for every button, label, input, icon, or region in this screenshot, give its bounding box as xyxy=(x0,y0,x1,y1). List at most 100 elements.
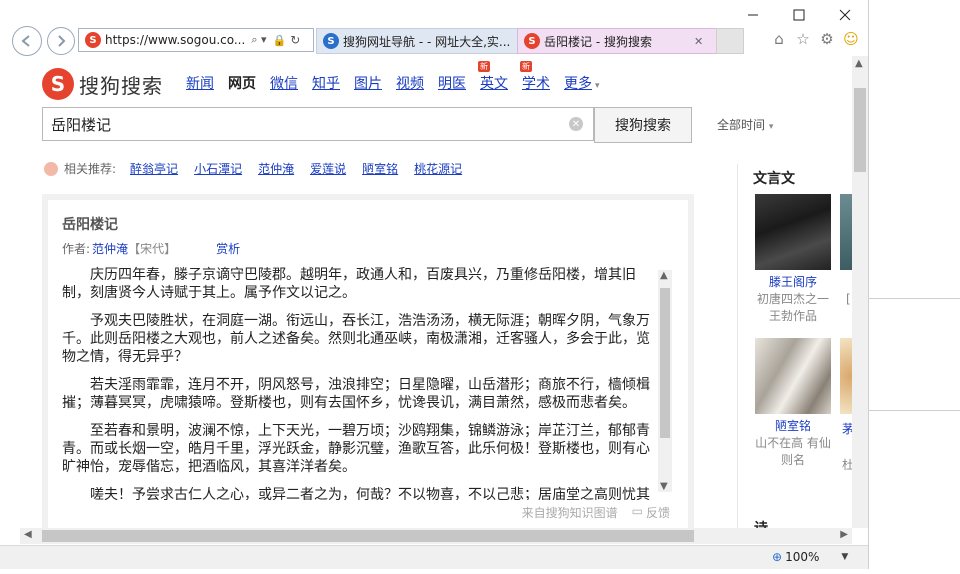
forward-arrow-icon xyxy=(58,35,66,47)
desktop-line xyxy=(868,410,960,411)
related-item[interactable]: 范仲淹 xyxy=(258,160,294,177)
channel-weixin[interactable]: 微信 xyxy=(270,73,298,93)
poem-scroll-area: 庆历四年春，滕子京谪守巴陵郡。越明年，政通人和，百废具兴，乃重修岳阳楼，增其旧制… xyxy=(62,266,656,500)
related-item[interactable]: 醉翁亭记 xyxy=(130,160,178,177)
address-bar[interactable]: S https://www.sogou.co... ⌕ ▾ 🔒 ↻ xyxy=(78,28,314,52)
source-text: 来自搜狗知识图谱 xyxy=(521,506,618,520)
poem-paragraph: 嗟夫！予尝求古仁人之心，或异二者之为，何哉？不以物喜，不以己悲；居庙堂之高则忧其… xyxy=(90,487,650,500)
maximize-button[interactable] xyxy=(776,0,822,30)
page-horizontal-scrollbar[interactable]: ◀ ▶ xyxy=(20,528,852,544)
channel-more[interactable]: 更多 ▾ xyxy=(564,73,600,93)
poem-scrollbar[interactable]: ▲ ▼ xyxy=(658,270,672,492)
scroll-thumb[interactable] xyxy=(42,530,694,542)
poem-paragraph: 庆历四年春，滕子京谪守巴陵郡。越明年，政通人和，百废具兴，乃重修岳阳楼，增其旧制… xyxy=(62,267,636,301)
appreciation-link[interactable]: 赏析 xyxy=(216,240,240,257)
back-arrow-icon xyxy=(21,35,30,47)
home-icon[interactable]: ⌂ xyxy=(770,30,788,48)
settings-gear-icon[interactable]: ⚙ xyxy=(818,30,836,48)
scroll-up-icon[interactable]: ▲ xyxy=(660,270,668,281)
sidebar-peek-text: 茅 xyxy=(842,422,852,436)
address-dropdown[interactable]: ⌕ ▾ xyxy=(251,33,266,47)
author-line: 作者: 范仲淹 【宋代】 赏析 xyxy=(62,240,240,257)
poem-paragraph: 予观夫巴陵胜状，在洞庭一湖。衔远山，吞长江，浩浩汤汤，横无际涯；朝晖夕阴，气象万… xyxy=(62,313,650,365)
dynasty: 【宋代】 xyxy=(128,242,177,256)
related-label: 相关推荐: xyxy=(64,162,117,176)
sidebar-bottom-peek: 诗 xyxy=(754,518,768,528)
sidebar-peek-image xyxy=(840,194,852,270)
favorites-star-icon[interactable]: ☆ xyxy=(794,30,812,48)
poem-paragraph: 若夫淫雨霏霏，连月不开，阴风怒号，浊浪排空；日星隐曜，山岳潜形；商旅不行，樯倾楫… xyxy=(62,377,650,411)
tab-label: 岳阳楼记 - 搜狗搜索 xyxy=(544,34,652,49)
tab-yueyanglouji[interactable]: S 岳阳楼记 - 搜狗搜索 ✕ xyxy=(517,28,717,54)
related-item[interactable]: 桃花源记 xyxy=(414,160,462,177)
feedback-icon[interactable]: ▭ xyxy=(632,504,643,521)
page-vertical-scrollbar[interactable]: ▲ xyxy=(852,56,868,528)
card-footer: 来自搜狗知识图谱 ▭ 反馈 xyxy=(522,504,670,521)
address-text[interactable]: https://www.sogou.co... xyxy=(105,33,245,47)
new-badge: 新 xyxy=(478,61,490,72)
back-button[interactable] xyxy=(12,26,42,56)
scroll-left-icon[interactable]: ◀ xyxy=(24,529,32,540)
status-bar: ⊕ 100% ▼ xyxy=(0,545,868,569)
sidebar-item-name[interactable]: 滕王阁序 xyxy=(750,274,836,291)
sogou-logo[interactable]: S 搜狗搜索 xyxy=(42,68,163,100)
channel-english[interactable]: 新英文 xyxy=(478,61,508,93)
related-item[interactable]: 陋室铭 xyxy=(362,160,398,177)
search-input[interactable]: 岳阳楼记 ✕ xyxy=(42,107,594,141)
scroll-right-icon[interactable]: ▶ xyxy=(840,529,848,540)
chevron-down-icon: ▼ xyxy=(841,552,849,562)
smiley-feedback-icon[interactable]: ☺ xyxy=(842,30,860,48)
sogou-logo-icon: S xyxy=(42,68,74,100)
related-item[interactable]: 爱莲说 xyxy=(310,160,346,177)
close-window-button[interactable] xyxy=(822,0,868,30)
tengwangge-image xyxy=(755,194,831,270)
channel-web[interactable]: 网页 xyxy=(228,73,256,93)
tab-sogou-nav[interactable]: S 搜狗网址导航 - - 网址大全,实... xyxy=(316,28,518,54)
desktop-line xyxy=(868,298,960,299)
channel-label: 英文 xyxy=(480,76,508,92)
feedback-link[interactable]: 反馈 xyxy=(646,504,670,521)
time-filter[interactable]: 全部时间 ▾ xyxy=(717,116,773,133)
channel-mingyi[interactable]: 明医 xyxy=(438,73,466,93)
author-link[interactable]: 范仲淹 xyxy=(92,240,128,257)
loushiming-image xyxy=(755,338,831,414)
scroll-up-icon[interactable]: ▲ xyxy=(855,58,863,69)
scroll-thumb[interactable] xyxy=(660,288,670,438)
related-icon xyxy=(44,161,58,176)
scroll-down-icon[interactable]: ▼ xyxy=(660,481,668,492)
channel-news[interactable]: 新闻 xyxy=(186,73,214,93)
tab-label: 搜狗网址导航 - - 网址大全,实... xyxy=(343,34,511,49)
sogou-favicon: S xyxy=(524,33,540,49)
new-badge: 新 xyxy=(520,61,532,72)
channel-label: 更多 xyxy=(564,76,592,92)
sidebar-title: 文言文 xyxy=(753,171,795,187)
channel-zhihu[interactable]: 知乎 xyxy=(312,73,340,93)
search-query[interactable]: 岳阳楼记 xyxy=(51,114,111,135)
zoom-control[interactable]: ⊕ 100% ▼ xyxy=(772,550,848,564)
browser-window: S https://www.sogou.co... ⌕ ▾ 🔒 ↻ S 搜狗网址… xyxy=(0,0,869,569)
poem-paragraph: 至若春和景明，波澜不惊，上下天光，一碧万顷；沙鸥翔集，锦鳞游泳；岸芷汀兰，郁郁青… xyxy=(62,423,650,475)
search-button[interactable]: 搜狗搜索 xyxy=(594,107,692,143)
refresh-icon[interactable]: ↻ xyxy=(290,33,300,47)
new-tab-button[interactable] xyxy=(716,28,744,54)
sidebar-item-tengwangge[interactable]: 滕王阁序 初唐四杰之一王勃作品 xyxy=(750,194,836,325)
sidebar-item-loushiming[interactable]: 陋室铭 山不在高 有仙则名 xyxy=(750,338,836,469)
channel-video[interactable]: 视频 xyxy=(396,73,424,93)
channel-nav: 新闻 网页 微信 知乎 图片 视频 明医 新英文 新学术 更多 ▾ xyxy=(186,61,614,93)
forward-button[interactable] xyxy=(47,27,75,55)
sidebar-item-desc: 初唐四杰之一王勃作品 xyxy=(756,292,829,323)
scroll-thumb[interactable] xyxy=(854,88,866,172)
close-icon xyxy=(839,9,851,21)
page-content: S 搜狗搜索 新闻 网页 微信 知乎 图片 视频 明医 新英文 新学术 更多 ▾ … xyxy=(0,56,852,528)
related-item[interactable]: 小石潭记 xyxy=(194,160,242,177)
clear-input-icon[interactable]: ✕ xyxy=(569,117,583,131)
channel-scholar[interactable]: 新学术 xyxy=(520,61,550,93)
zoom-level: 100% xyxy=(785,550,820,564)
chevron-down-icon: ▾ xyxy=(595,81,600,91)
sidebar-item-name[interactable]: 陋室铭 xyxy=(750,418,836,435)
channel-images[interactable]: 图片 xyxy=(354,73,382,93)
minimize-button[interactable] xyxy=(730,0,776,30)
tab-close-icon[interactable]: ✕ xyxy=(694,35,703,48)
minimize-icon xyxy=(748,14,758,16)
chevron-down-icon: ▾ xyxy=(768,122,774,132)
